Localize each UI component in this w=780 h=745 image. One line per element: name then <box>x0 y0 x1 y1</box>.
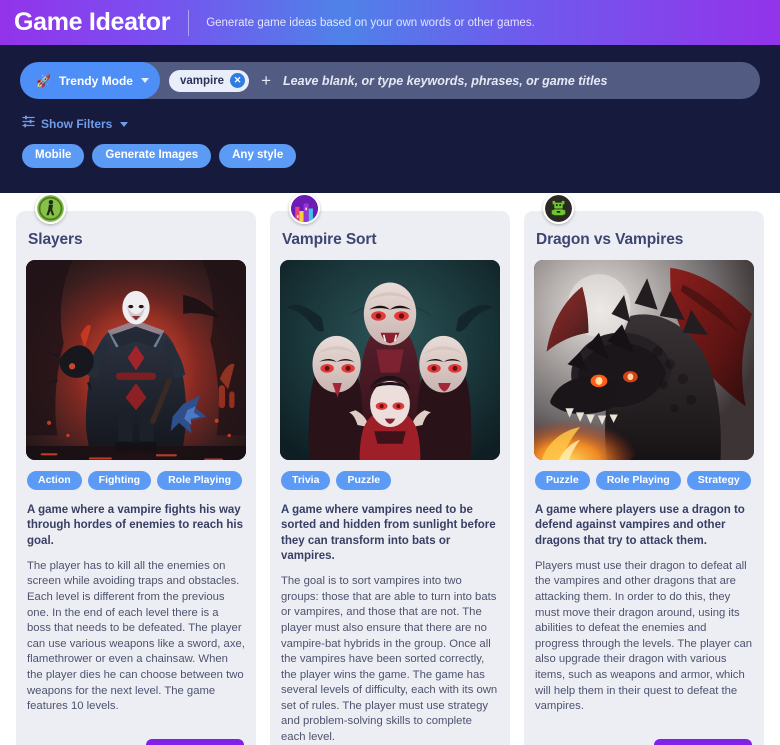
card-summary: A game where a vampire fights his way th… <box>27 504 243 547</box>
chevron-down-icon <box>140 78 149 83</box>
card-body: Slayers Action Fighting Role Playing A g… <box>16 211 256 745</box>
card-image-vampire-slayer <box>26 260 246 460</box>
header-divider <box>188 9 190 36</box>
card-tag-row: Trivia Puzzle <box>281 471 500 491</box>
idea-cards-area: Slayers Action Fighting Role Playing A g… <box>0 193 780 745</box>
card-tag[interactable]: Role Playing <box>157 471 243 491</box>
search-bar: 🚀 Trendy Mode vampire ✕ + <box>20 62 760 99</box>
keyword-tag-vampire[interactable]: vampire ✕ <box>168 69 250 92</box>
card-image-vampire-group <box>280 260 500 460</box>
close-icon[interactable]: ✕ <box>230 73 246 88</box>
idea-card-vampire-sort: Vampire Sort Trivia Puzzle A game where … <box>270 193 510 745</box>
show-filters-toggle[interactable]: Show Filters <box>22 115 129 133</box>
card-title: Slayers <box>28 231 83 248</box>
card-summary: A game where vampires need to be sorted … <box>281 504 496 562</box>
card-description: The goal is to sort vampires into two gr… <box>281 575 498 743</box>
filter-chip-generate-images[interactable]: Generate Images <box>92 144 212 168</box>
app-title: Game Ideator <box>14 8 171 36</box>
card-image-black-dragon <box>534 260 754 460</box>
idea-card-dragon-vs-vampires: Dragon vs Vampires Puzzle Role Playing S… <box>524 193 764 745</box>
sliders-icon <box>22 115 35 133</box>
green-creature-icon <box>543 193 574 224</box>
chevron-down-icon <box>120 121 129 127</box>
mode-select-label: Trendy Mode <box>58 73 133 88</box>
card-body: Dragon vs Vampires Puzzle Role Playing S… <box>524 211 764 745</box>
select-this-idea-button[interactable]: Select this idea <box>653 738 752 745</box>
card-tag-row: Action Fighting Role Playing <box>27 471 246 491</box>
idea-card-slayers: Slayers Action Fighting Role Playing A g… <box>16 193 256 745</box>
filter-chip-any-style[interactable]: Any style <box>219 144 297 168</box>
card-tag[interactable]: Role Playing <box>595 471 681 491</box>
card-tag[interactable]: Puzzle <box>535 471 590 491</box>
card-description: Players must use their dragon to defeat … <box>535 559 753 713</box>
card-actions: Copy to clipboard Select this idea <box>536 738 752 745</box>
card-tag[interactable]: Puzzle <box>336 471 392 491</box>
card-summary: A game where players use a dragon to def… <box>535 504 745 547</box>
card-actions: Copy to clipboard Select this idea <box>28 738 244 745</box>
keyword-tag-label: vampire <box>179 74 225 87</box>
card-tag[interactable]: Strategy <box>686 471 751 491</box>
city-buildings-icon <box>289 193 320 224</box>
search-panel: 🚀 Trendy Mode vampire ✕ + Leave blank, o… <box>0 45 780 193</box>
show-filters-label: Show Filters <box>41 117 113 131</box>
card-tag[interactable]: Action <box>27 471 82 491</box>
app-subtitle: Generate game ideas based on your own wo… <box>206 16 535 29</box>
card-tag[interactable]: Trivia <box>281 471 331 491</box>
search-input[interactable] <box>283 62 760 99</box>
filter-chip-mobile[interactable]: Mobile <box>22 144 85 168</box>
card-tag-row: Puzzle Role Playing Strategy <box>535 471 754 491</box>
card-title: Dragon vs Vampires <box>536 231 684 248</box>
card-description: The player has to kill all the enemies o… <box>27 559 245 713</box>
card-title: Vampire Sort <box>282 231 377 248</box>
rocket-icon: 🚀 <box>36 73 51 88</box>
card-body: Vampire Sort Trivia Puzzle A game where … <box>270 211 510 745</box>
runner-figure-icon <box>35 193 66 224</box>
select-this-idea-button[interactable]: Select this idea <box>145 738 244 745</box>
add-keyword-icon[interactable]: + <box>261 72 271 89</box>
mode-select-dropdown[interactable]: 🚀 Trendy Mode <box>20 62 160 99</box>
filter-chip-row: Mobile Generate Images Any style <box>22 144 780 168</box>
card-tag[interactable]: Fighting <box>87 471 152 491</box>
app-header: Game Ideator Generate game ideas based o… <box>0 0 780 45</box>
